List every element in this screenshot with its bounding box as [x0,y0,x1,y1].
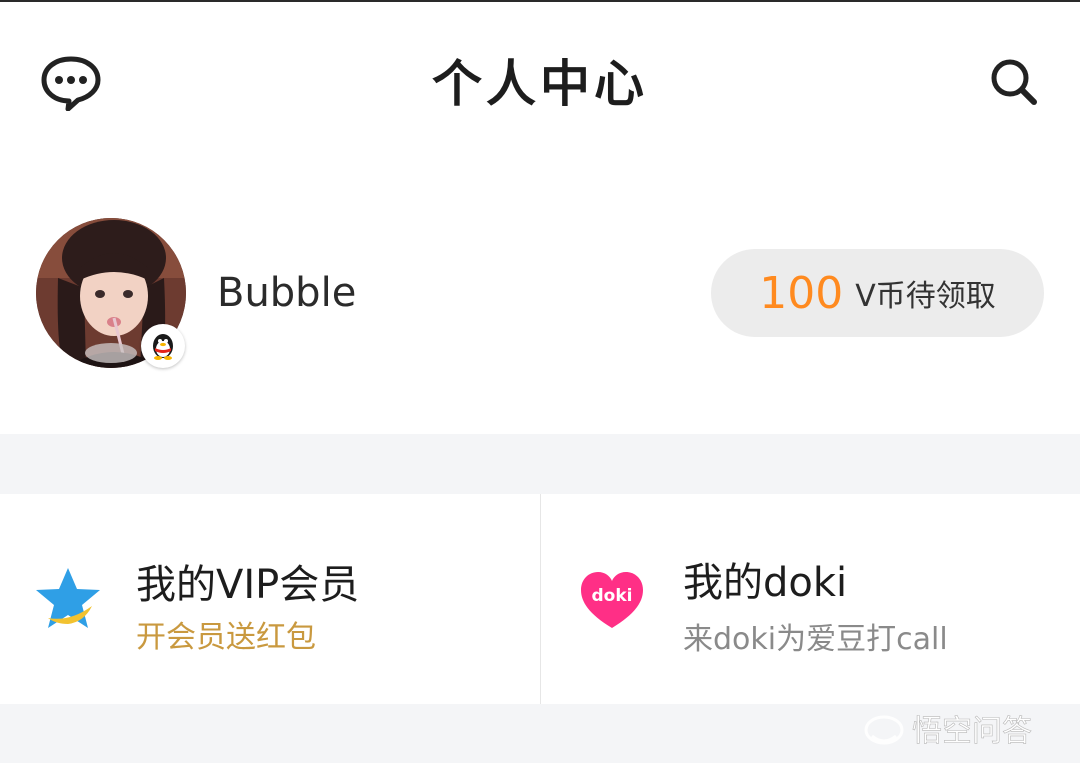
blue-star-icon [36,568,100,628]
coin-count: 100 [759,267,844,319]
wukong-logo-icon: 悟空问答 [864,714,1032,749]
search-button[interactable] [986,54,1042,110]
coin-label: V币待领取 [855,279,996,314]
doki-heart-icon: doki [581,572,643,628]
page-title: 个人中心 [432,55,648,113]
profile-section[interactable]: Bubble 100 V币待领取 [0,152,1080,434]
feature-cards: 我的VIP会员 开会员送红包 doki 我的doki 来doki为爱豆打call [0,494,1080,704]
search-icon [991,59,1037,105]
wukong-watermark: 悟空问答 [862,706,1067,752]
doki-icon-text: doki [592,586,633,606]
watermark-text: 悟空问答 [912,714,1032,749]
qq-badge [141,324,185,368]
vip-title: 我的VIP会员 [136,562,360,608]
doki-title: 我的doki [683,560,848,606]
claim-coins-button[interactable]: 100 V币待领取 [711,249,1044,337]
qq-penguin-icon [153,334,173,360]
doki-subtitle: 来doki为爱豆打call [683,622,948,657]
vip-membership-card[interactable]: 我的VIP会员 开会员送红包 [0,494,540,704]
username[interactable]: Bubble [217,270,356,316]
personal-center-page: 个人中心 Bubble 100 V币待领取 我的VIP会员 开会员送红包 dok… [0,0,1080,763]
doki-card[interactable]: doki 我的doki 来doki为爱豆打call [541,494,1080,704]
vip-subtitle: 开会员送红包 [136,620,316,655]
header-bar: 个人中心 [0,2,1080,152]
